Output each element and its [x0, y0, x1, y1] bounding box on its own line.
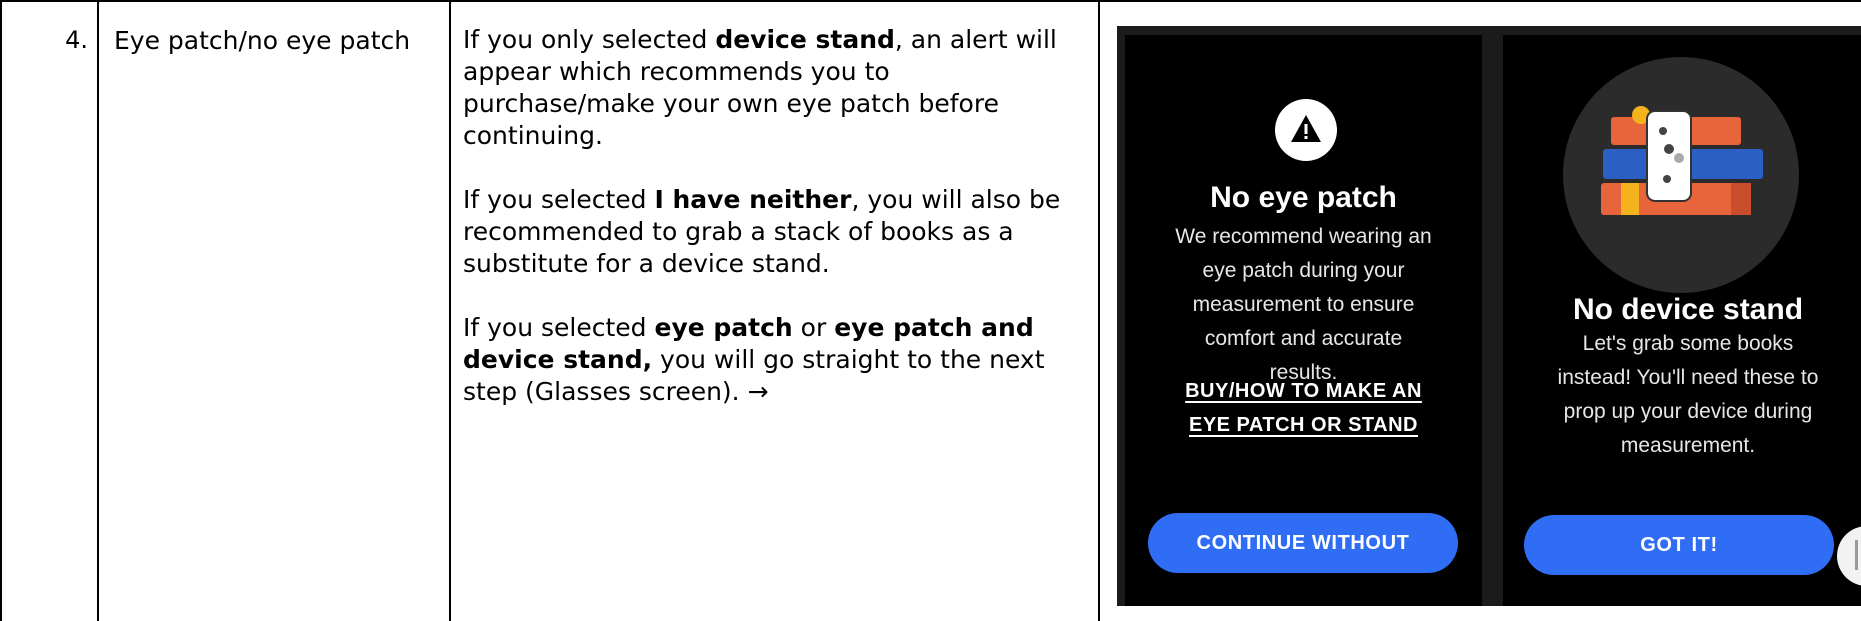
books-phone-illustration	[1563, 57, 1799, 293]
instruction-table: 4. Eye patch/no eye patch If you only se…	[0, 0, 1861, 621]
description-paragraph-3: If you selected eye patch or eye patch a…	[463, 313, 1045, 406]
column-divider-3	[1098, 0, 1100, 621]
continue-without-button[interactable]: CONTINUE WITHOUT	[1148, 513, 1458, 573]
got-it-button[interactable]: GOT IT!	[1524, 515, 1834, 575]
no-device-stand-screen: No device stand Let's grab some books in…	[1503, 35, 1861, 606]
column-divider-1	[97, 0, 99, 621]
description-paragraph-2: If you selected I have neither, you will…	[463, 185, 1061, 278]
column-divider-2	[449, 0, 451, 621]
row-description: If you only selected device stand, an al…	[463, 24, 1063, 440]
warning-icon	[1275, 99, 1337, 161]
no-eye-patch-body: We recommend wearing an eye patch during…	[1175, 225, 1432, 384]
description-paragraph-1: If you only selected device stand, an al…	[463, 25, 1057, 150]
no-device-stand-title: No device stand	[1572, 293, 1804, 326]
table-left-border	[0, 0, 2, 621]
no-eye-patch-screen: No eye patch We recommend wearing an eye…	[1125, 35, 1482, 606]
no-eye-patch-title: No eye patch	[1210, 181, 1397, 214]
row-number: 4.	[65, 26, 88, 54]
buy-eye-patch-link[interactable]: BUY/HOW TO MAKE AN EYE PATCH OR STAND	[1125, 374, 1482, 442]
table-top-border	[0, 0, 1861, 2]
app-screenshots: No eye patch We recommend wearing an eye…	[1117, 26, 1861, 606]
row-topic: Eye patch/no eye patch	[114, 26, 411, 55]
no-device-stand-body: Let's grab some books instead! You'll ne…	[1557, 332, 1819, 457]
